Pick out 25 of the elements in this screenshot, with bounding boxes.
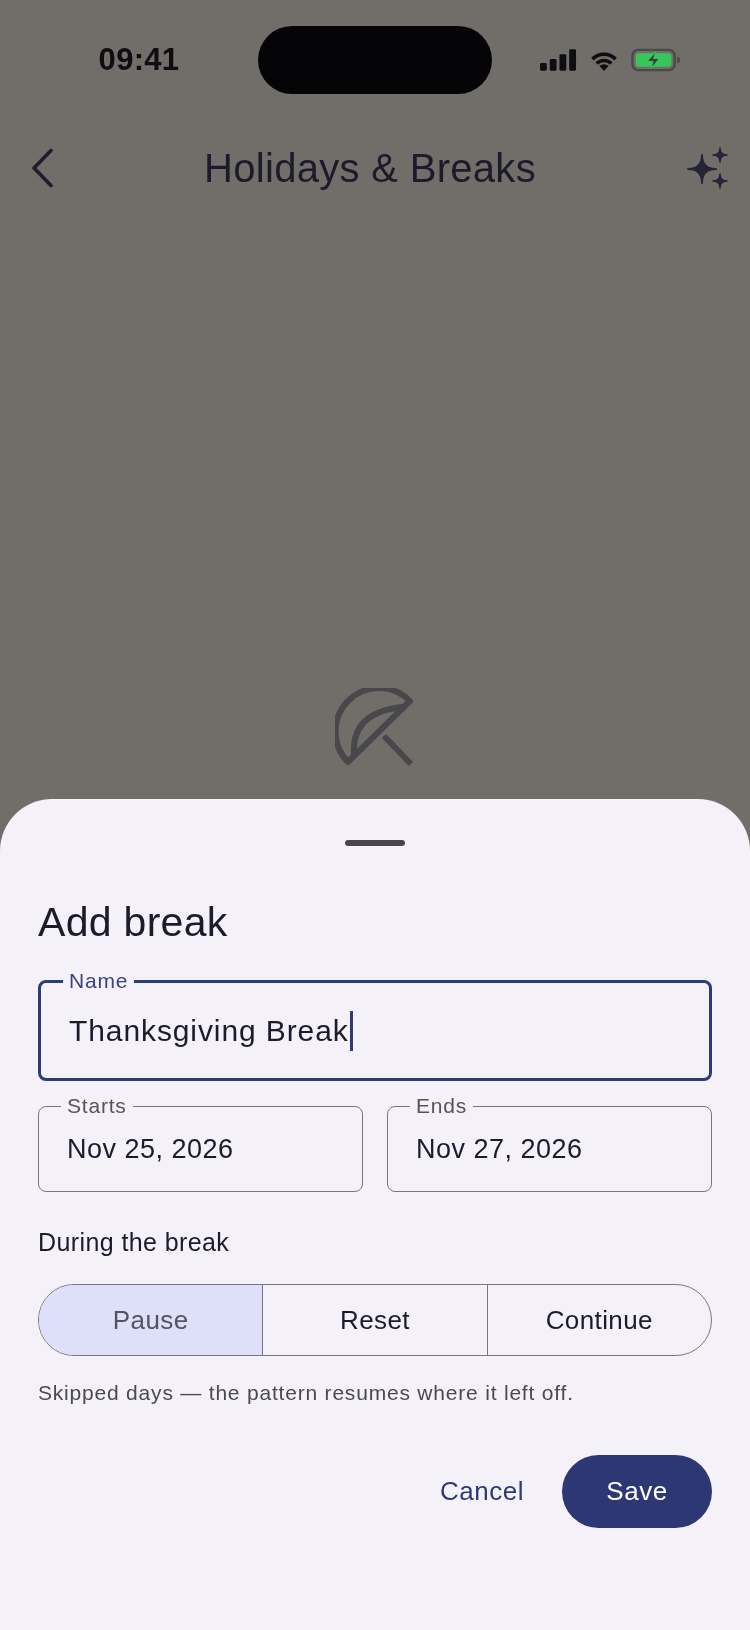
umbrella-icon: [335, 688, 415, 768]
chevron-left-icon: [30, 148, 54, 188]
field-value: Thanksgiving Break: [69, 1013, 349, 1049]
field-value: Nov 25, 2026: [67, 1133, 234, 1166]
screen-title: Holidays & Breaks: [204, 145, 536, 192]
helper-text: Skipped days — the pattern resumes where it left off.: [38, 1380, 575, 1406]
segment-button[interactable]: Continue: [486, 1285, 711, 1355]
text-cursor-icon: [349, 1011, 353, 1051]
field-label: Ends: [415, 1094, 469, 1118]
field-label: Name: [68, 969, 130, 993]
battery-icon: [630, 48, 681, 72]
signal-icon: [539, 49, 577, 71]
section-label: During the break: [38, 1227, 231, 1257]
back-button[interactable]: [30, 148, 54, 188]
field-value: Nov 27, 2026: [416, 1133, 583, 1166]
segment-button[interactable]: Reset: [262, 1285, 487, 1355]
sparkle-icon: [686, 147, 728, 189]
status-time: 09:41: [97, 42, 180, 78]
cancel-button[interactable]: Cancel: [416, 1455, 548, 1528]
sheet-title: Add break: [38, 898, 229, 946]
sparkle-button[interactable]: [686, 147, 728, 189]
field-label: Starts: [66, 1094, 128, 1118]
segment-button[interactable]: Pause: [39, 1285, 263, 1355]
drag-handle[interactable]: [345, 840, 405, 846]
save-button[interactable]: Save: [562, 1455, 712, 1528]
